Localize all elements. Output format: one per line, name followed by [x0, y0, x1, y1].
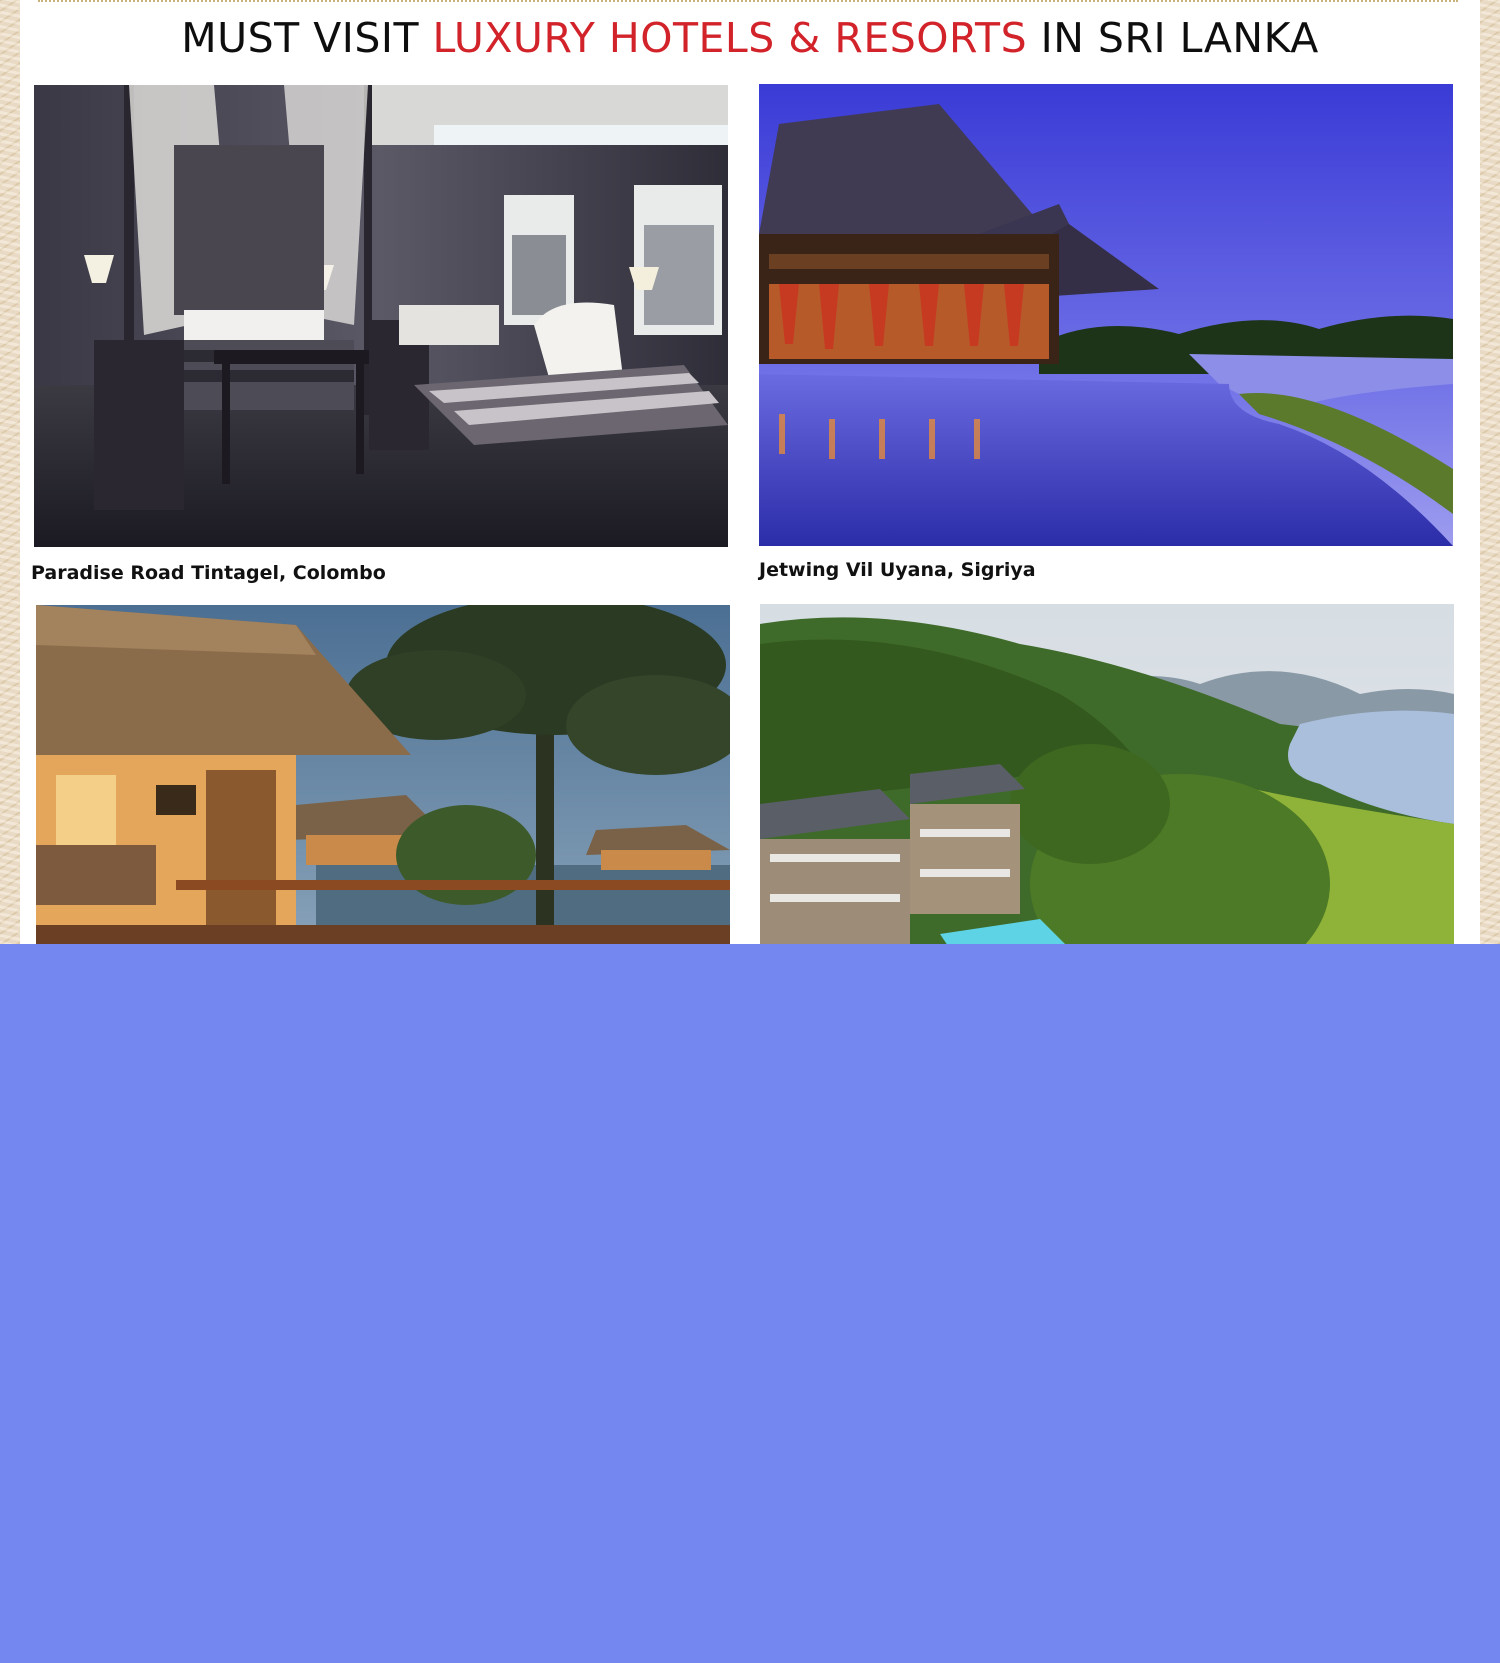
title-part-2: IN SRI LANKA: [1027, 14, 1319, 62]
thatched-villa-lake-photo: [36, 605, 730, 944]
hotel-caption-2: Jetwing Vil Uyana, Sigriya: [759, 559, 1036, 581]
hotel-image-paradise-road[interactable]: [34, 85, 728, 547]
article-panel: MUST VISIT LUXURY HOTELS & RESORTS IN SR…: [20, 0, 1480, 944]
page-title: MUST VISIT LUXURY HOTELS & RESORTS IN SR…: [20, 14, 1480, 62]
hillside-resort-river-photo: [760, 604, 1454, 944]
hotel-image-jetwing[interactable]: [759, 84, 1453, 546]
blue-overlay: [0, 944, 1500, 1663]
title-accent: LUXURY HOTELS & RESORTS: [432, 14, 1028, 62]
hotel-image-3[interactable]: [36, 605, 730, 944]
title-part-1: MUST VISIT: [181, 14, 433, 62]
resort-infinity-pool-photo: [759, 84, 1453, 546]
hotel-bedroom-photo: [34, 85, 728, 547]
dotted-divider: [38, 0, 1458, 2]
hotel-caption-1: Paradise Road Tintagel, Colombo: [31, 562, 386, 584]
hotel-image-4[interactable]: [760, 604, 1454, 944]
